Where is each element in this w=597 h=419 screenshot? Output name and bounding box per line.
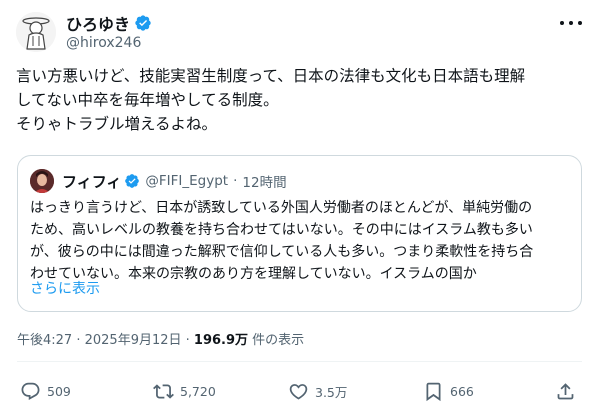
bookmark-button[interactable]: 666 [423, 376, 474, 406]
more-dot [569, 21, 573, 25]
heart-icon [289, 383, 308, 400]
quoted-author-handle[interactable]: @FIFI_Egypt [145, 173, 228, 189]
like-button[interactable]: 3.5万 [288, 376, 347, 406]
author-avatar[interactable] [16, 12, 56, 52]
tweet-time[interactable]: 午後4:27 [17, 333, 72, 348]
like-count: 3.5万 [315, 384, 348, 400]
tweet-text: 言い方悪いけど、技能実習生制度って、日本の法律も文化も日本語も理解 してない中卒… [16, 64, 586, 136]
repost-arrows-icon [153, 383, 174, 399]
verified-badge-icon [125, 174, 140, 188]
view-count: 196.9万 [193, 333, 249, 348]
quoted-separator: · [233, 173, 238, 189]
quoted-text-line: わせていない。本来の宗教のあり方を理解していない。イスラムの国か [30, 266, 477, 282]
meta-separator: · [181, 333, 194, 348]
meta-separator: · [72, 333, 85, 348]
show-more-link[interactable]: さらに表示 [30, 278, 100, 298]
author-handle[interactable]: @hirox246 [66, 35, 141, 51]
avatar-illustration [16, 12, 56, 52]
verified-badge-icon [135, 15, 151, 31]
tweet-header: ひろゆき @hirox246 [14, 10, 584, 56]
bookmark-icon [426, 382, 441, 401]
quoted-tweet-header: フィフィ @FIFI_Egypt · 12時間 [30, 169, 287, 193]
quoted-time[interactable]: 12時間 [242, 171, 286, 191]
author-display-name[interactable]: ひろゆき [66, 11, 130, 35]
tweet-text-line: 言い方悪いけど、技能実習生制度って、日本の法律も文化も日本語も理解 [16, 67, 526, 85]
tweet-date[interactable]: 2025年9月12日 [85, 333, 182, 348]
quoted-tweet-card[interactable]: フィフィ @FIFI_Egypt · 12時間 はっきり言うけど、日本が誘致して… [17, 155, 582, 312]
share-button[interactable] [555, 376, 576, 406]
tweet-meta: 午後4:27 · 2025年9月12日 · 196.9万 件の表示 [17, 329, 304, 348]
quoted-avatar-photo [30, 169, 54, 193]
reply-button[interactable]: 509 [20, 376, 71, 406]
action-bar: 509 5,720 3.5万 666 [20, 376, 580, 406]
reply-count: 509 [47, 383, 71, 399]
author-name-row: ひろゆき [66, 11, 152, 35]
more-dot [578, 21, 582, 25]
views-label: 件の表示 [248, 333, 305, 348]
tweet-text-line: してない中卒を毎年増やしてる制度。 [16, 91, 279, 109]
repost-button[interactable]: 5,720 [153, 376, 216, 406]
more-dot [560, 21, 564, 25]
reply-bubble-icon [21, 382, 40, 400]
repost-count: 5,720 [180, 383, 216, 399]
quoted-tweet-text: はっきり言うけど、日本が誘致している外国人労働者のほとんどが、単純労働の ため、… [30, 197, 575, 285]
bookmark-count: 666 [450, 383, 474, 399]
quoted-text-line: はっきり言うけど、日本が誘致している外国人労働者のほとんどが、単純労働の [30, 200, 533, 216]
quoted-text-line: が、彼らの中には間違った解釈で信仰している人も多い。つまり柔軟性を持ち合 [30, 244, 534, 260]
quoted-author-display-name[interactable]: フィフィ [62, 171, 121, 192]
share-upload-icon [557, 382, 574, 399]
tweet-text-line: そりゃトラブル増えるよね。 [16, 115, 218, 133]
quoted-author-avatar[interactable] [30, 169, 54, 193]
more-dots-icon[interactable] [560, 16, 582, 30]
quoted-text-line: ため、高いレベルの教養を持ち合わせてはいない。その中にはイスラム教も多い [30, 222, 533, 238]
divider [17, 361, 582, 362]
